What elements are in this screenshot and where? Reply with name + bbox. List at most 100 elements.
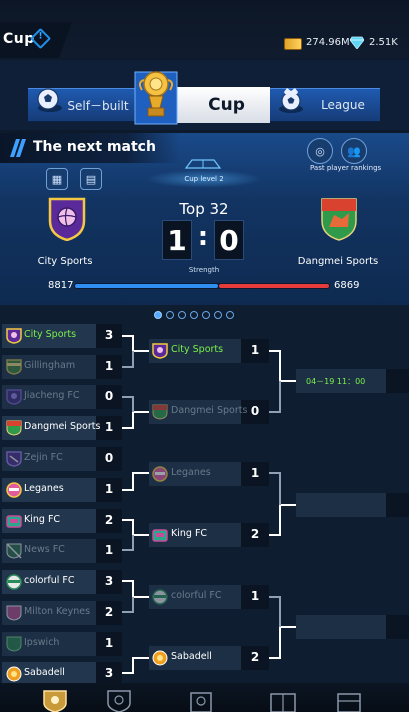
cup-level-label: Cup level 2 — [184, 175, 224, 183]
team-crest-icon — [152, 650, 168, 666]
bracket-team-row[interactable]: Sabadell 2 — [149, 646, 269, 670]
team-crest-icon — [6, 389, 22, 405]
team-crest-icon — [6, 515, 22, 528]
team-name: colorful FC — [24, 575, 75, 586]
schedule-button[interactable]: ▤ — [80, 168, 102, 190]
team-name: colorful FC — [171, 590, 222, 601]
team-crest-icon — [6, 359, 22, 375]
team-crest-icon — [6, 328, 22, 344]
team-crest-icon — [6, 605, 22, 621]
team-score: 2 — [250, 650, 260, 664]
team-crest-icon — [6, 451, 22, 467]
bracket-slot[interactable] — [296, 615, 386, 639]
away-team-name: Dangmei Sports — [297, 256, 379, 267]
team-crest-icon — [6, 666, 22, 682]
home-strength-fill — [75, 284, 218, 288]
bracket-team-row[interactable]: News FC 1 — [2, 539, 122, 563]
away-strength-fill — [219, 284, 329, 288]
team-score: 0 — [104, 389, 114, 403]
team-score: 1 — [104, 420, 114, 434]
team-score: 3 — [104, 574, 114, 588]
gem-icon — [350, 36, 364, 49]
tactics-nav-icon[interactable] — [334, 689, 364, 712]
bracket-slot-score — [386, 615, 409, 639]
team-score: 3 — [104, 328, 114, 342]
team-score: 0 — [250, 404, 260, 418]
bracket-team-row[interactable]: colorful FC 3 — [2, 570, 122, 594]
home-team-name: City Sports — [37, 256, 93, 267]
team-score: 2 — [104, 513, 114, 527]
bracket-team-row[interactable]: King FC 2 — [149, 523, 269, 547]
cup-rewards-button[interactable]: ◎ — [307, 138, 333, 164]
bracket-team-row[interactable]: City Sports 1 — [149, 339, 269, 363]
bracket-slot-score — [386, 493, 409, 517]
team-name: News FC — [24, 544, 65, 555]
slash-bars-icon — [10, 139, 26, 157]
team-name: Jiacheng FC — [24, 390, 80, 401]
match-record-button[interactable]: ▦ — [46, 168, 68, 190]
top-bar — [0, 0, 409, 58]
medal-icon: ◎ — [315, 144, 325, 158]
team-name: City Sports — [24, 329, 77, 340]
bracket-team-row[interactable]: Milton Keynes 2 — [2, 601, 122, 625]
next-match-title: The next match — [33, 139, 156, 155]
soccer-ball-icon — [37, 88, 62, 112]
team-name: King FC — [171, 528, 208, 539]
team-crest-icon — [6, 543, 22, 559]
team-crest-icon — [152, 466, 168, 482]
team-crest-icon — [152, 404, 168, 420]
coin-balance: 274.96M — [306, 37, 350, 48]
bracket-slot[interactable] — [296, 493, 386, 517]
shield-nav-icon[interactable] — [104, 689, 134, 712]
bracket-team-row[interactable]: Dangmei Sports 0 — [149, 400, 269, 424]
past-rankings-label: Past player rankings — [310, 164, 382, 172]
bracket-team-row[interactable]: Ipswich 1 — [2, 632, 122, 656]
team-crest-icon — [152, 529, 168, 542]
home-strength-value: 8817 — [48, 280, 74, 291]
home-team-crest — [48, 197, 86, 241]
team-name: Sabadell — [171, 651, 212, 662]
past-rankings-button[interactable]: 👥 — [341, 138, 367, 164]
team-score: 2 — [250, 527, 260, 541]
pitch-nav-icon[interactable] — [268, 689, 298, 712]
team-score: 1 — [104, 543, 114, 557]
team-name: King FC — [24, 514, 61, 525]
team-score: 1 — [104, 359, 114, 373]
team-name: Sabadell — [24, 667, 65, 678]
away-team-crest — [321, 198, 357, 241]
trophy-icon — [134, 71, 178, 125]
bracket-team-row[interactable]: Leganes 1 — [149, 462, 269, 486]
bracket-team-row[interactable]: King FC 2 — [2, 509, 122, 533]
team-name: City Sports — [171, 344, 224, 355]
team-name: Zejin FC — [24, 452, 63, 463]
player-nav-icon[interactable] — [186, 689, 216, 712]
coin-icon — [284, 38, 302, 50]
gem-balance: 2.51K — [369, 37, 398, 48]
scoreboard-icon: ▦ — [51, 172, 63, 186]
bracket-team-row[interactable]: City Sports 3 — [2, 324, 122, 348]
team-name: Milton Keynes — [24, 606, 91, 617]
tab-league-label: League — [321, 98, 365, 112]
bracket-team-row[interactable]: Leganes 1 — [2, 478, 122, 502]
calendar-icon: ▤ — [85, 172, 97, 186]
players-icon: 👥 — [347, 144, 361, 158]
team-score: 1 — [250, 466, 260, 480]
bracket-team-row[interactable]: colorful FC 1 — [149, 585, 269, 609]
team-score: 1 — [250, 343, 260, 357]
match-time: 04－19 11：00 — [306, 377, 366, 386]
team-crest-icon — [152, 589, 168, 605]
crest-nav-icon[interactable] — [40, 689, 70, 712]
team-crest-icon — [6, 636, 22, 652]
team-crest-icon — [6, 420, 22, 436]
tab-cup-label: Cup — [208, 95, 245, 115]
round-label: Top 32 — [179, 200, 229, 218]
team-crest-icon — [6, 574, 22, 590]
bracket-team-row[interactable]: Dangmei Sports 1 — [2, 416, 122, 440]
team-score: 2 — [104, 605, 114, 619]
bracket-team-row[interactable]: Gillingham 1 — [2, 355, 122, 379]
tab-self-built-label: Self－built — [67, 98, 129, 113]
bracket-team-row[interactable]: Zejin FC 0 — [2, 447, 122, 471]
away-score: 0 — [214, 220, 244, 260]
bracket-team-row[interactable]: Jiacheng FC 0 — [2, 385, 122, 409]
team-score: 3 — [104, 666, 114, 680]
